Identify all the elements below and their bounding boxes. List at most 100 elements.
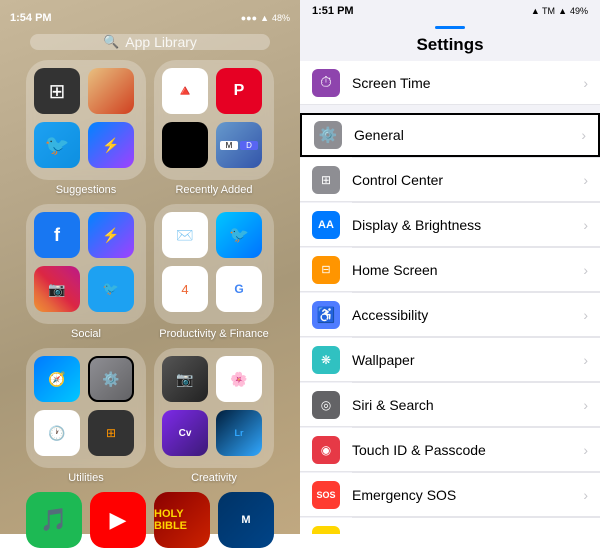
control-center-label: Control Center — [352, 172, 579, 188]
app-camera[interactable]: 📷 — [162, 356, 208, 402]
home-screen-chevron: › — [583, 262, 588, 278]
app-spotify[interactable]: 🎵 — [26, 492, 82, 548]
touch-id-chevron: › — [583, 442, 588, 458]
app-youtube[interactable]: ▶ — [90, 492, 146, 548]
settings-item-general[interactable]: ⚙️ General › — [300, 113, 600, 157]
app-calculator[interactable]: ⊞ — [34, 68, 80, 114]
screen-time-icon: ⏱ — [312, 69, 340, 97]
battery-left: 48% — [272, 13, 290, 23]
folder-recently-added[interactable]: 🔺 P M D Recently Added — [154, 60, 274, 196]
settings-item-accessibility[interactable]: ♿ Accessibility › — [300, 293, 600, 337]
folder-creativity-label: Creativity — [191, 472, 237, 484]
app-twitter-bird[interactable]: 🐦 — [34, 122, 80, 168]
settings-title: Settings — [300, 31, 600, 61]
touch-id-icon: ◉ — [312, 436, 340, 464]
scroll-indicator — [435, 26, 465, 29]
folder-row-1: ⊞ 🐦 ⚡ Suggestions 🔺 P M D Recentl — [10, 60, 290, 196]
control-center-icon: ⊞ — [312, 166, 340, 194]
screen-time-label: Screen Time — [352, 75, 579, 91]
app-photos[interactable]: 🌸 — [216, 356, 262, 402]
app-facebook[interactable]: f — [34, 212, 80, 258]
search-icon: 🔍 — [103, 34, 119, 50]
app-messenger[interactable]: ⚡ — [88, 122, 134, 168]
folder-productivity-label: Productivity & Finance — [159, 328, 268, 340]
settings-panel: 1:51 PM ▲ TM ▲ 49% Settings ⏱ Screen Tim… — [300, 0, 600, 534]
emergency-chevron: › — [583, 487, 588, 503]
app-calculator2[interactable]: ⊞ — [88, 410, 134, 456]
signal-icon-left: ●●● — [241, 13, 257, 23]
app-lr[interactable]: Lr — [216, 410, 262, 456]
display-icon: AA — [312, 211, 340, 239]
status-bar-left: 1:54 PM ●●● ▲ 48% — [0, 10, 300, 26]
settings-item-emergency[interactable]: SOS Emergency SOS › — [300, 473, 600, 517]
folder-box-creativity: 📷 🌸 Cv Lr — [154, 348, 274, 468]
folder-box-utilities: 🧭 ⚙️ 🕐 ⊞ — [26, 348, 146, 468]
settings-item-screen-time[interactable]: ⏱ Screen Time › — [300, 61, 600, 105]
folder-recently-added-label: Recently Added — [175, 184, 252, 196]
folder-box-recently-added: 🔺 P M D — [154, 60, 274, 180]
exposure-icon: ✳ — [312, 526, 340, 535]
app-gmail[interactable]: ✉️ — [162, 212, 208, 258]
emergency-icon: SOS — [312, 481, 340, 509]
folder-social-label: Social — [71, 328, 101, 340]
folder-suggestions-label: Suggestions — [56, 184, 117, 196]
app-grid: ⊞ 🐦 ⚡ Suggestions 🔺 P M D Recentl — [10, 60, 290, 552]
siri-icon: ◎ — [312, 391, 340, 419]
accessibility-label: Accessibility — [352, 307, 579, 323]
emergency-label: Emergency SOS — [352, 487, 579, 503]
app-settings[interactable]: ⚙️ — [88, 356, 134, 402]
app-mail[interactable]: M D — [216, 122, 262, 168]
control-center-chevron: › — [583, 172, 588, 188]
folder-row-2: f ⚡ 📷 🐦 Social ✉️ 🐦 4 G Productivity & F… — [10, 204, 290, 340]
settings-list: ⏱ Screen Time › ⚙️ General › ⊞ Control C… — [300, 61, 600, 534]
bottom-dock-row: 🎵 ▶ HOLY BIBLE M — [10, 492, 290, 552]
folder-suggestions[interactable]: ⊞ 🐦 ⚡ Suggestions — [26, 60, 146, 196]
app-canva[interactable]: Cv — [162, 410, 208, 456]
settings-item-exposure[interactable]: ✳ Exposure Notifications › — [300, 518, 600, 534]
app-safari[interactable]: 🧭 — [34, 356, 80, 402]
settings-item-home-screen[interactable]: ⊟ Home Screen › — [300, 248, 600, 292]
display-chevron: › — [583, 217, 588, 233]
app-bible[interactable]: HOLY BIBLE — [154, 492, 210, 548]
accessibility-chevron: › — [583, 307, 588, 323]
general-icon: ⚙️ — [314, 121, 342, 149]
folder-row-3: 🧭 ⚙️ 🕐 ⊞ Utilities 📷 🌸 Cv Lr Creativity — [10, 348, 290, 484]
display-label: Display & Brightness — [352, 217, 579, 233]
app-drive[interactable]: 🔺 — [162, 68, 208, 114]
status-bar-right: 1:51 PM ▲ TM ▲ 49% — [300, 0, 600, 22]
touch-id-label: Touch ID & Passcode — [352, 442, 579, 458]
signal-icon-right: ▲ TM — [531, 6, 555, 16]
section-separator-1 — [300, 105, 600, 113]
app-messenger2[interactable]: ⚡ — [88, 212, 134, 258]
app-twitter-social[interactable]: 🐦 — [88, 266, 134, 312]
folder-box-social: f ⚡ 📷 🐦 — [26, 204, 146, 324]
settings-item-wallpaper[interactable]: ❋ Wallpaper › — [300, 338, 600, 382]
folder-productivity[interactable]: ✉️ 🐦 4 G Productivity & Finance — [154, 204, 274, 340]
wifi-icon-right: ▲ — [558, 6, 567, 16]
app-clock[interactable]: 🕐 — [34, 410, 80, 456]
settings-item-siri[interactable]: ◎ Siri & Search › — [300, 383, 600, 427]
app-calendar[interactable]: 4 — [162, 266, 208, 312]
app-instagram[interactable]: 📷 — [34, 266, 80, 312]
app-circle[interactable] — [162, 122, 208, 168]
folder-box-productivity: ✉️ 🐦 4 G — [154, 204, 274, 324]
siri-chevron: › — [583, 397, 588, 413]
app-library-search[interactable]: 🔍 App Library — [30, 34, 270, 50]
app-wings[interactable]: 🐦 — [216, 212, 262, 258]
folder-creativity[interactable]: 📷 🌸 Cv Lr Creativity — [154, 348, 274, 484]
home-screen-icon: ⊟ — [312, 256, 340, 284]
folder-utilities[interactable]: 🧭 ⚙️ 🕐 ⊞ Utilities — [26, 348, 146, 484]
wallpaper-label: Wallpaper — [352, 352, 579, 368]
settings-item-display[interactable]: AA Display & Brightness › — [300, 203, 600, 247]
settings-item-touch-id[interactable]: ◉ Touch ID & Passcode › — [300, 428, 600, 472]
app-pinterest[interactable]: P — [216, 68, 262, 114]
wifi-icon-left: ▲ — [260, 13, 269, 23]
folder-social[interactable]: f ⚡ 📷 🐦 Social — [26, 204, 146, 340]
status-icons-right: ▲ TM ▲ 49% — [531, 6, 588, 16]
app-google[interactable]: G — [216, 266, 262, 312]
folder-utilities-label: Utilities — [68, 472, 103, 484]
settings-item-control-center[interactable]: ⊞ Control Center › — [300, 158, 600, 202]
app-merriam[interactable]: M — [218, 492, 274, 548]
status-icons-left: ●●● ▲ 48% — [241, 13, 290, 23]
app-dots[interactable] — [88, 68, 134, 114]
